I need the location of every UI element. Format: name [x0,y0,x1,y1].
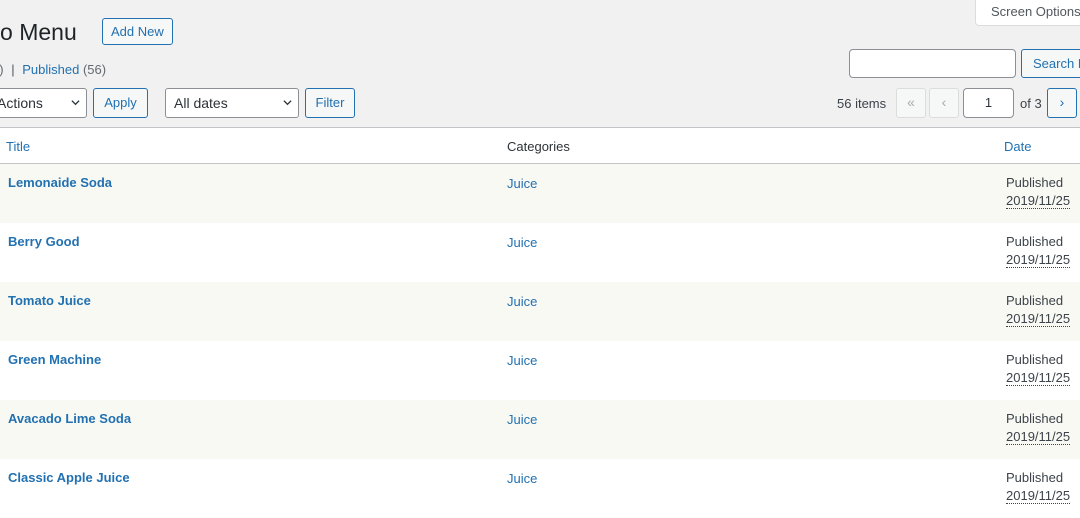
status-views: 5) | Published (56) [0,62,106,77]
chevron-down-icon [283,100,292,106]
row-date: 2019/11/25 [1006,488,1071,504]
screen-options-tab[interactable]: Screen Options [975,0,1080,26]
row-status: Published [1006,234,1064,249]
table-row: Berry Good Juice Published 2019/11/25 [0,223,1080,282]
table-header: Title Categories Date [0,128,1080,164]
search-items-button[interactable]: Search It [1021,49,1080,78]
next-page-button[interactable]: › [1047,88,1077,118]
row-date: 2019/11/25 [1006,370,1071,386]
row-category-link[interactable]: Juice [507,412,537,427]
row-date: 2019/11/25 [1006,311,1071,327]
row-category-link[interactable]: Juice [507,353,537,368]
table-row: Classic Apple Juice Juice Published 2019… [0,459,1080,518]
dates-filter-value: All dates [174,95,228,111]
row-title-link[interactable]: Green Machine [8,352,101,367]
row-title-link[interactable]: Berry Good [8,234,80,249]
table-row: Avacado Lime Soda Juice Published 2019/1… [0,400,1080,459]
prev-page-button: ‹ [929,88,959,118]
row-status: Published [1006,470,1064,485]
view-published-count: (56) [82,62,107,77]
total-pages: of 3 [1020,96,1042,111]
filter-button[interactable]: Filter [305,88,355,118]
chevron-down-icon [71,100,80,106]
row-date: 2019/11/25 [1006,429,1071,445]
column-title-header[interactable]: Title [6,139,30,154]
row-title-link[interactable]: Tomato Juice [8,293,91,308]
table-row: Lemonaide Soda Juice Published 2019/11/2… [0,164,1080,223]
apply-button[interactable]: Apply [93,88,148,118]
row-category-link[interactable]: Juice [507,294,537,309]
row-title-link[interactable]: Avacado Lime Soda [8,411,131,426]
row-title-link[interactable]: Classic Apple Juice [8,470,130,485]
items-count: 56 items [837,96,887,111]
table-row: Green Machine Juice Published 2019/11/25 [0,341,1080,400]
current-page-input[interactable]: 1 [963,88,1014,118]
row-title-link[interactable]: Lemonaide Soda [8,175,112,190]
row-date: 2019/11/25 [1006,193,1071,209]
row-category-link[interactable]: Juice [507,235,537,250]
view-separator: | [11,62,15,77]
posts-table: Title Categories Date Lemonaide Soda Jui… [0,127,1080,518]
table-row: Tomato Juice Juice Published 2019/11/25 [0,282,1080,341]
bulk-actions-value: Actions [0,95,43,111]
row-date: 2019/11/25 [1006,252,1071,268]
column-categories-header: Categories [507,139,570,154]
search-input[interactable] [849,49,1016,78]
row-category-link[interactable]: Juice [507,176,537,191]
row-category-link[interactable]: Juice [507,471,537,486]
view-published-link[interactable]: Published [22,62,79,77]
bulk-actions-select[interactable]: Actions [0,88,87,118]
column-date-header[interactable]: Date [1004,139,1031,154]
row-status: Published [1006,175,1064,190]
row-status: Published [1006,411,1064,426]
first-page-button: « [896,88,926,118]
add-new-button[interactable]: Add New [102,18,173,45]
page-title: tro Menu [0,19,77,45]
row-status: Published [1006,352,1064,367]
dates-filter-select[interactable]: All dates [165,88,299,118]
view-all-count[interactable]: 5) [0,62,4,77]
row-status: Published [1006,293,1064,308]
